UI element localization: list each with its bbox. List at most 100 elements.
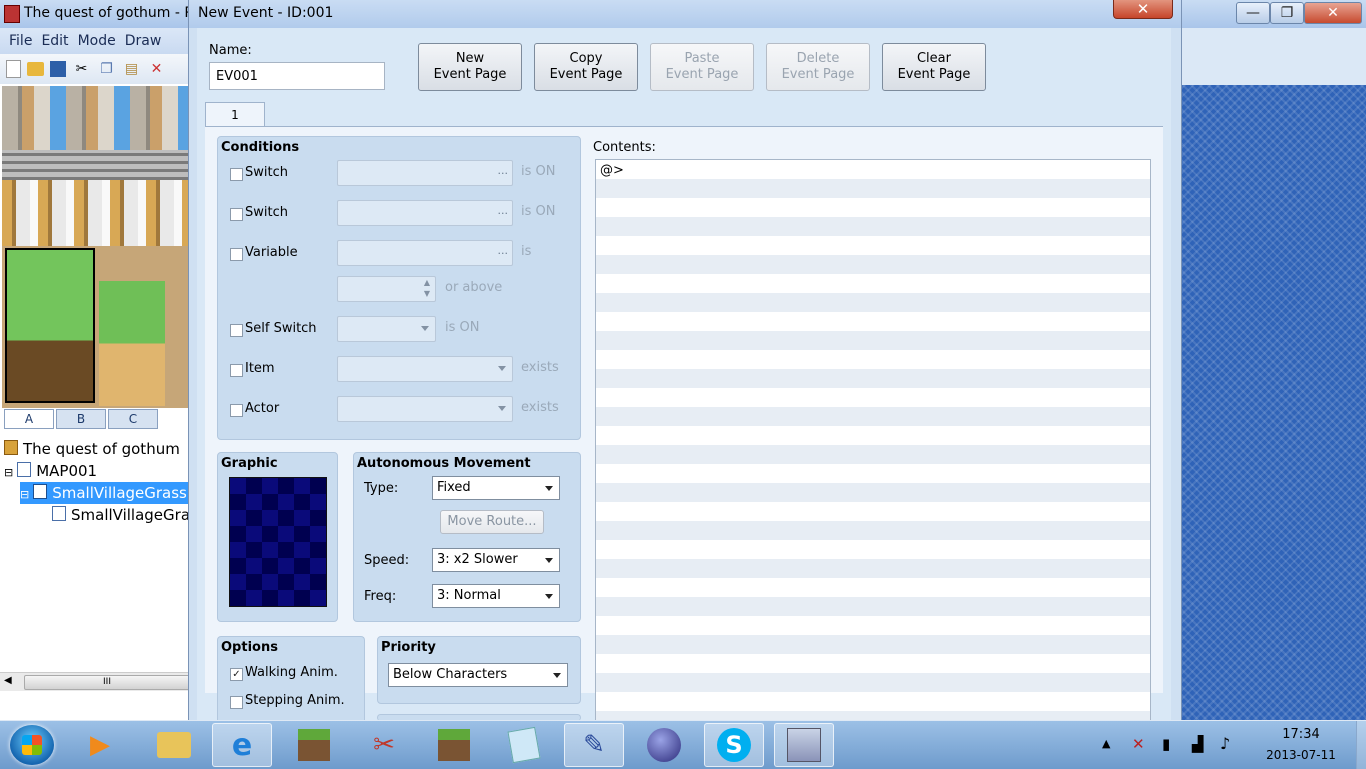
freq-label: Freq: <box>364 589 397 604</box>
folder-icon <box>157 732 191 758</box>
maximize-button[interactable]: ❐ <box>1270 2 1304 24</box>
open-folder-icon[interactable] <box>27 62 44 76</box>
collapse-icon[interactable]: ⊟ <box>4 466 13 479</box>
menu-mode[interactable]: Mode <box>78 33 116 49</box>
show-desktop-button[interactable] <box>1356 721 1366 769</box>
copy-event-page-button[interactable]: Copy Event Page <box>534 43 638 91</box>
event-contents-list[interactable]: @> <box>595 159 1151 722</box>
taskbar-skype[interactable]: S <box>704 723 764 767</box>
new-file-icon[interactable] <box>6 60 21 78</box>
switch2-field[interactable]: ... <box>337 200 513 226</box>
self-switch-checkbox[interactable] <box>230 324 243 337</box>
close-icon: ✕ <box>1327 5 1339 21</box>
taskbar-minecraft-2[interactable] <box>424 723 484 767</box>
list-item[interactable]: @> <box>600 163 624 178</box>
spin-down-icon[interactable]: ▼ <box>424 289 430 298</box>
signal-icon[interactable]: ▟ <box>1192 735 1204 753</box>
start-button[interactable] <box>10 725 54 765</box>
tileset-tab-a[interactable]: A <box>4 409 54 429</box>
taskbar-rpg-maker[interactable] <box>774 723 834 767</box>
dialog-close-button[interactable]: ✕ <box>1113 0 1173 19</box>
scroll-thumb[interactable]: III <box>24 675 190 690</box>
taskbar-eclipse[interactable] <box>634 723 694 767</box>
tile-grass[interactable] <box>99 281 165 406</box>
project-icon <box>4 440 18 455</box>
tileset-tab-b[interactable]: B <box>56 409 106 429</box>
chevron-down-icon <box>545 486 553 491</box>
chevron-down-icon <box>498 406 506 411</box>
taskbar-internet-explorer[interactable]: e <box>212 723 272 767</box>
tree-item-map001[interactable]: ⊟ MAP001 <box>4 460 190 482</box>
speed-select[interactable]: 3: x2 Slower <box>432 548 560 572</box>
move-route-button[interactable]: Move Route... <box>440 510 544 534</box>
autonomous-movement-title: Autonomous Movement <box>357 456 531 471</box>
media-player-icon: ▶ <box>90 730 110 760</box>
spin-up-icon[interactable]: ▲ <box>424 278 430 287</box>
minimize-button[interactable]: — <box>1236 2 1270 24</box>
tree-item-smallvillagegrass[interactable]: ⊟ SmallVillageGrass <box>20 482 190 504</box>
actor-combo[interactable] <box>337 396 513 422</box>
clock-date[interactable]: 2013-07-11 <box>1258 748 1344 762</box>
save-icon[interactable] <box>50 61 66 77</box>
variable-checkbox[interactable] <box>230 248 243 261</box>
grass-block-icon <box>438 729 470 761</box>
network-error-icon[interactable]: ✕ <box>1132 735 1145 753</box>
taskbar-tools[interactable]: ✂ <box>354 723 414 767</box>
paste-event-page-button[interactable]: Paste Event Page <box>650 43 754 91</box>
type-select[interactable]: Fixed <box>432 476 560 500</box>
event-dialog: New Event - ID:001 ✕ Name: NewEvent Page… <box>188 0 1182 722</box>
copy-icon[interactable]: ❐ <box>97 60 116 79</box>
switch1-checkbox[interactable] <box>230 168 243 181</box>
chevron-down-icon <box>545 558 553 563</box>
volume-icon[interactable]: ♪ <box>1220 734 1230 753</box>
tile-row[interactable] <box>2 86 188 150</box>
variable-field[interactable]: ... <box>337 240 513 266</box>
power-icon[interactable]: ▮ <box>1162 735 1170 753</box>
stepping-anim-checkbox[interactable] <box>230 696 243 709</box>
priority-select[interactable]: Below Characters <box>388 663 568 687</box>
item-combo[interactable] <box>337 356 513 382</box>
tileset-tab-c[interactable]: C <box>108 409 158 429</box>
variable-value-spinner[interactable]: ▲ ▼ <box>337 276 436 302</box>
tree-item-smallvillagegrass-child[interactable]: SmallVillageGras <box>52 504 190 526</box>
event-page-tab-1[interactable]: 1 <box>205 102 265 128</box>
menu-edit[interactable]: Edit <box>41 33 68 49</box>
maximize-icon: ❐ <box>1280 5 1294 21</box>
clear-event-page-button[interactable]: Clear Event Page <box>882 43 986 91</box>
delete-event-page-button[interactable]: Delete Event Page <box>766 43 870 91</box>
item-checkbox[interactable] <box>230 364 243 377</box>
taskbar-minecraft[interactable] <box>284 723 344 767</box>
tray-expand-icon[interactable]: ▲ <box>1102 737 1110 750</box>
tile-grass-selected[interactable] <box>5 248 95 403</box>
taskbar-media-player[interactable]: ▶ <box>70 723 130 767</box>
scroll-left-icon[interactable]: ◀ <box>4 675 12 686</box>
tileset-palette[interactable] <box>2 86 188 408</box>
walking-anim-checkbox[interactable]: ✓ <box>230 668 243 681</box>
taskbar-explorer[interactable] <box>144 723 204 767</box>
new-event-page-button[interactable]: New Event Page <box>418 43 522 91</box>
paste-icon[interactable]: ▤ <box>122 60 141 79</box>
clock-time[interactable]: 17:34 <box>1258 727 1344 742</box>
freq-select[interactable]: 3: Normal <box>432 584 560 608</box>
tree-item-project[interactable]: The quest of gothum <box>4 438 190 460</box>
windows-logo-icon <box>22 735 42 755</box>
self-switch-combo[interactable] <box>337 316 436 342</box>
switch1-field[interactable]: ... <box>337 160 513 186</box>
cut-icon[interactable]: ✂ <box>72 60 91 79</box>
menu-file[interactable]: File <box>9 33 32 49</box>
tile-row[interactable] <box>2 150 188 180</box>
event-name-input[interactable] <box>209 62 385 90</box>
taskbar-notepad[interactable] <box>494 723 554 767</box>
tile-row[interactable] <box>2 180 188 246</box>
actor-checkbox[interactable] <box>230 404 243 417</box>
map-icon <box>52 506 66 521</box>
collapse-icon[interactable]: ⊟ <box>20 488 29 501</box>
or-above-label: or above <box>445 280 503 295</box>
graphic-preview[interactable] <box>229 477 327 607</box>
switch2-checkbox[interactable] <box>230 208 243 221</box>
menu-draw[interactable]: Draw <box>125 33 162 49</box>
taskbar-editor[interactable]: ✎ <box>564 723 624 767</box>
close-main-button[interactable]: ✕ <box>1304 2 1362 24</box>
horizontal-scrollbar[interactable]: ◀ III <box>0 672 190 691</box>
delete-icon[interactable]: ✕ <box>147 60 166 79</box>
